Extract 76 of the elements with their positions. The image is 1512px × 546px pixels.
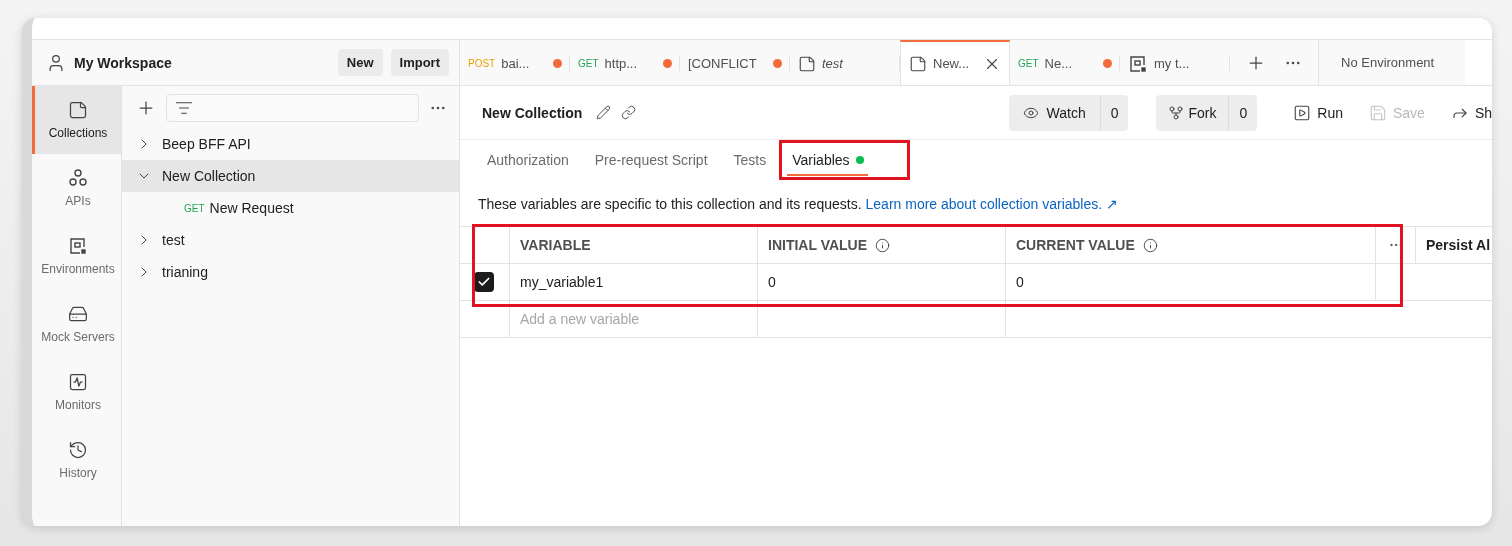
- collection-title: New Collection: [482, 104, 583, 121]
- play-icon: [1293, 103, 1312, 122]
- request-tab[interactable]: GET Ne...: [1010, 40, 1120, 85]
- request-name: New Request: [209, 200, 294, 216]
- apis-icon: [68, 168, 88, 188]
- request-tab[interactable]: test: [790, 40, 900, 85]
- filter-icon: [175, 99, 193, 117]
- environment-icon: [1128, 53, 1148, 74]
- info-icon: [875, 237, 891, 253]
- section-tab[interactable]: Tests: [720, 140, 780, 180]
- request-tab[interactable]: my t...: [1120, 40, 1230, 85]
- tab-label: bai...: [501, 56, 531, 71]
- environment-selector[interactable]: No Environment: [1319, 40, 1465, 85]
- edit-icon[interactable]: [596, 105, 612, 120]
- table-cell: 0: [1006, 264, 1376, 300]
- info-icon: [1142, 237, 1158, 253]
- tab-label: test: [822, 56, 845, 71]
- method-label: GET: [1018, 58, 1039, 69]
- nav-item[interactable]: Monitors: [32, 358, 121, 426]
- method-label: POST: [468, 58, 496, 69]
- watch-control[interactable]: Watch 0: [1008, 94, 1129, 131]
- request-tab[interactable]: [CONFLICT: [680, 40, 790, 85]
- save-icon: [1368, 103, 1387, 122]
- nav-item[interactable]: History: [32, 426, 121, 494]
- watch-button[interactable]: Watch: [1008, 94, 1101, 131]
- history-icon: [68, 440, 88, 460]
- column-header: CURRENT VALUE: [1006, 227, 1376, 263]
- checkbox[interactable]: [474, 272, 494, 292]
- column-header: Persist Al: [1425, 236, 1492, 255]
- description-text: These variables are specific to this collection and its requests. Learn more about collection variables. ↗: [478, 196, 1119, 212]
- monitor-icon: [68, 372, 88, 392]
- learn-more-link[interactable]: Learn more about collection variables. ↗: [865, 196, 1118, 212]
- request-tab[interactable]: GET http...: [570, 40, 680, 85]
- nav-item[interactable]: APIs: [32, 154, 121, 222]
- tab-label: http...: [604, 56, 639, 71]
- tab-label: New...: [933, 56, 971, 71]
- fork-count: 0: [1238, 103, 1249, 123]
- request-tab[interactable]: New...: [900, 40, 1010, 85]
- nav-item[interactable]: Environments: [32, 222, 121, 290]
- link-icon[interactable]: [621, 105, 637, 120]
- section-tab[interactable]: Pre-request Script: [581, 140, 721, 180]
- collection-item[interactable]: New Collection: [122, 160, 459, 192]
- new-button[interactable]: New: [337, 49, 383, 76]
- fork-button[interactable]: Fork: [1156, 94, 1230, 131]
- tab-label: my t...: [1154, 56, 1191, 71]
- method-label: GET: [184, 202, 205, 214]
- filter-field[interactable]: [166, 94, 419, 122]
- request-item[interactable]: GET New Request: [122, 192, 459, 224]
- section-tab[interactable]: Authorization: [474, 140, 582, 180]
- server-icon: [68, 304, 88, 324]
- collection-icon: [68, 100, 88, 120]
- collection-icon: [798, 54, 816, 73]
- workspace-title: My Workspace: [74, 54, 173, 71]
- request-tab[interactable]: POST bai...: [460, 40, 570, 85]
- tab-label: Ne...: [1044, 56, 1074, 71]
- table-cell: my_variable1: [510, 264, 758, 300]
- watch-count: 0: [1109, 103, 1120, 123]
- section-tab[interactable]: Variables: [779, 140, 910, 180]
- collection-item[interactable]: trianing: [122, 256, 459, 288]
- share-button[interactable]: Sh: [1442, 103, 1492, 122]
- nav-item[interactable]: Mock Servers: [32, 290, 121, 358]
- fork-icon: [1168, 104, 1185, 121]
- check-icon: [477, 275, 491, 289]
- run-button[interactable]: Run: [1285, 103, 1351, 122]
- environment-icon: [68, 236, 88, 256]
- import-button[interactable]: Import: [390, 49, 449, 76]
- nav-item[interactable]: Collections: [32, 86, 121, 154]
- tab-label: [CONFLICT: [688, 56, 758, 71]
- table-cell: 0: [758, 264, 1006, 300]
- collection-item[interactable]: Beep BFF API: [122, 128, 459, 160]
- method-label: GET: [578, 58, 599, 69]
- collection-icon: [909, 54, 927, 73]
- collection-item[interactable]: test: [122, 224, 459, 256]
- fork-control[interactable]: Fork 0: [1156, 94, 1258, 131]
- column-header: VARIABLE: [510, 227, 758, 263]
- column-header: INITIAL VALUE: [758, 227, 1006, 263]
